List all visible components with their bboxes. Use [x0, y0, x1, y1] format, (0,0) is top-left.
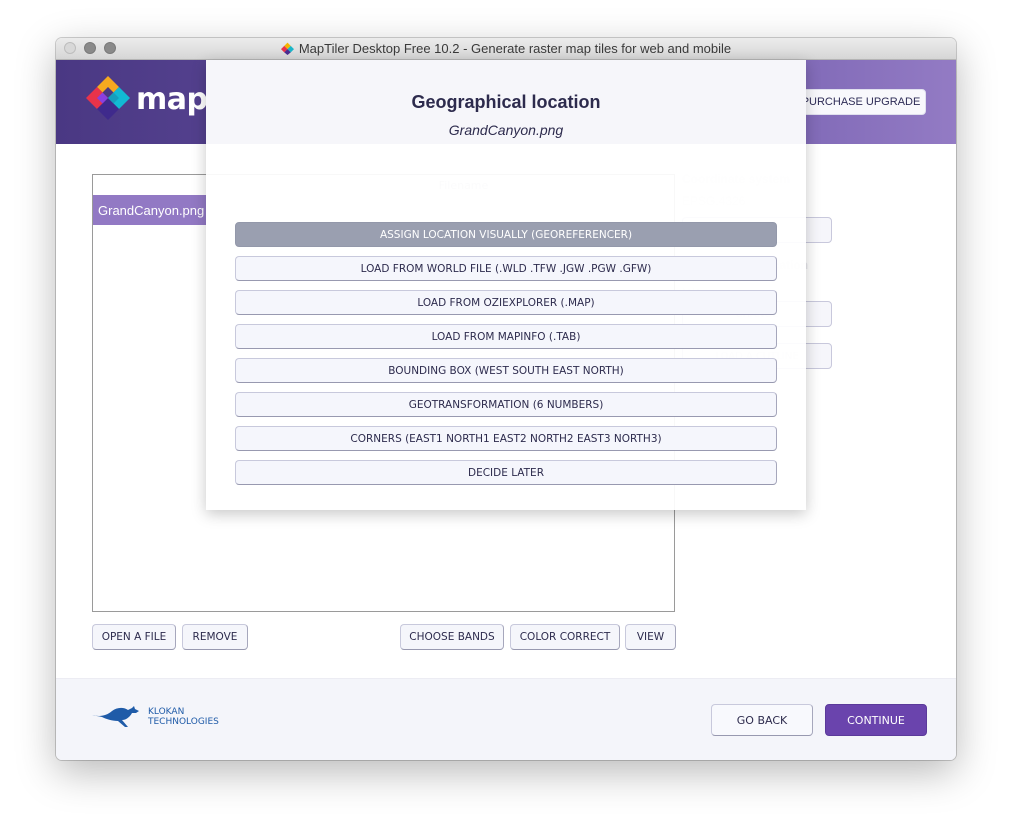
window-controls [64, 42, 116, 54]
file-name[interactable]: GrandCanyon.png [93, 195, 206, 225]
klokan-wordmark: KLOKAN TECHNOLOGIES [148, 707, 219, 727]
continue-button[interactable]: CONTINUE [825, 704, 927, 736]
load-world-file-button[interactable]: LOAD FROM WORLD FILE (.WLD .TFW .JGW .PG… [235, 256, 777, 281]
load-oziexplorer-button[interactable]: LOAD FROM OZIEXPLORER (.MAP) [235, 290, 777, 315]
assign-location-visually-button[interactable]: ASSIGN LOCATION VISUALLY (GEOREFERENCER) [235, 222, 777, 247]
dialog-subtitle: GrandCanyon.png [448, 122, 564, 138]
window-title: MapTiler Desktop Free 10.2 - Generate ra… [298, 41, 732, 56]
kangaroo-icon [92, 706, 139, 727]
corners-button[interactable]: CORNERS (EAST1 NORTH1 EAST2 NORTH2 EAST3… [235, 426, 777, 451]
brand-main-text: map [136, 81, 208, 117]
color-correct-button[interactable]: COLOR CORRECT [510, 624, 620, 650]
maptiler-logo-icon [280, 42, 294, 55]
go-back-button[interactable]: GO BACK [711, 704, 813, 736]
minimize-window-button[interactable] [84, 42, 96, 54]
title-bar: MapTiler Desktop Free 10.2 - Generate ra… [56, 38, 956, 60]
view-button[interactable]: VIEW [625, 624, 676, 650]
maximize-window-button[interactable] [104, 42, 116, 54]
choose-bands-button[interactable]: CHOOSE BANDS [400, 624, 504, 650]
purchase-upgrade-button[interactable]: PURCHASE UPGRADE [796, 89, 926, 115]
bounding-box-button[interactable]: BOUNDING BOX (WEST SOUTH EAST NORTH) [235, 358, 777, 383]
dialog-header: Geographical location GrandCanyon.png [206, 60, 806, 144]
remove-button[interactable]: REMOVE [182, 624, 248, 650]
geotransformation-button[interactable]: GEOTRANSFORMATION (6 NUMBERS) [235, 392, 777, 417]
company-name-line1: KLOKAN [148, 707, 185, 717]
load-mapinfo-button[interactable]: LOAD FROM MAPINFO (.TAB) [235, 324, 777, 349]
close-window-button[interactable] [64, 42, 76, 54]
maptiler-diamond-icon [86, 76, 130, 120]
decide-later-button[interactable]: DECIDE LATER [235, 460, 777, 485]
klokan-logo: KLOKAN TECHNOLOGIES [92, 705, 219, 729]
open-file-button[interactable]: OPEN A FILE [92, 624, 176, 650]
geographical-location-dialog: Geographical location GrandCanyon.png AS… [206, 60, 806, 510]
dialog-title: Geographical location [411, 92, 601, 112]
footer: KLOKAN TECHNOLOGIES GO BACK CONTINUE [56, 678, 956, 760]
company-name-line2: TECHNOLOGIES [148, 717, 219, 727]
